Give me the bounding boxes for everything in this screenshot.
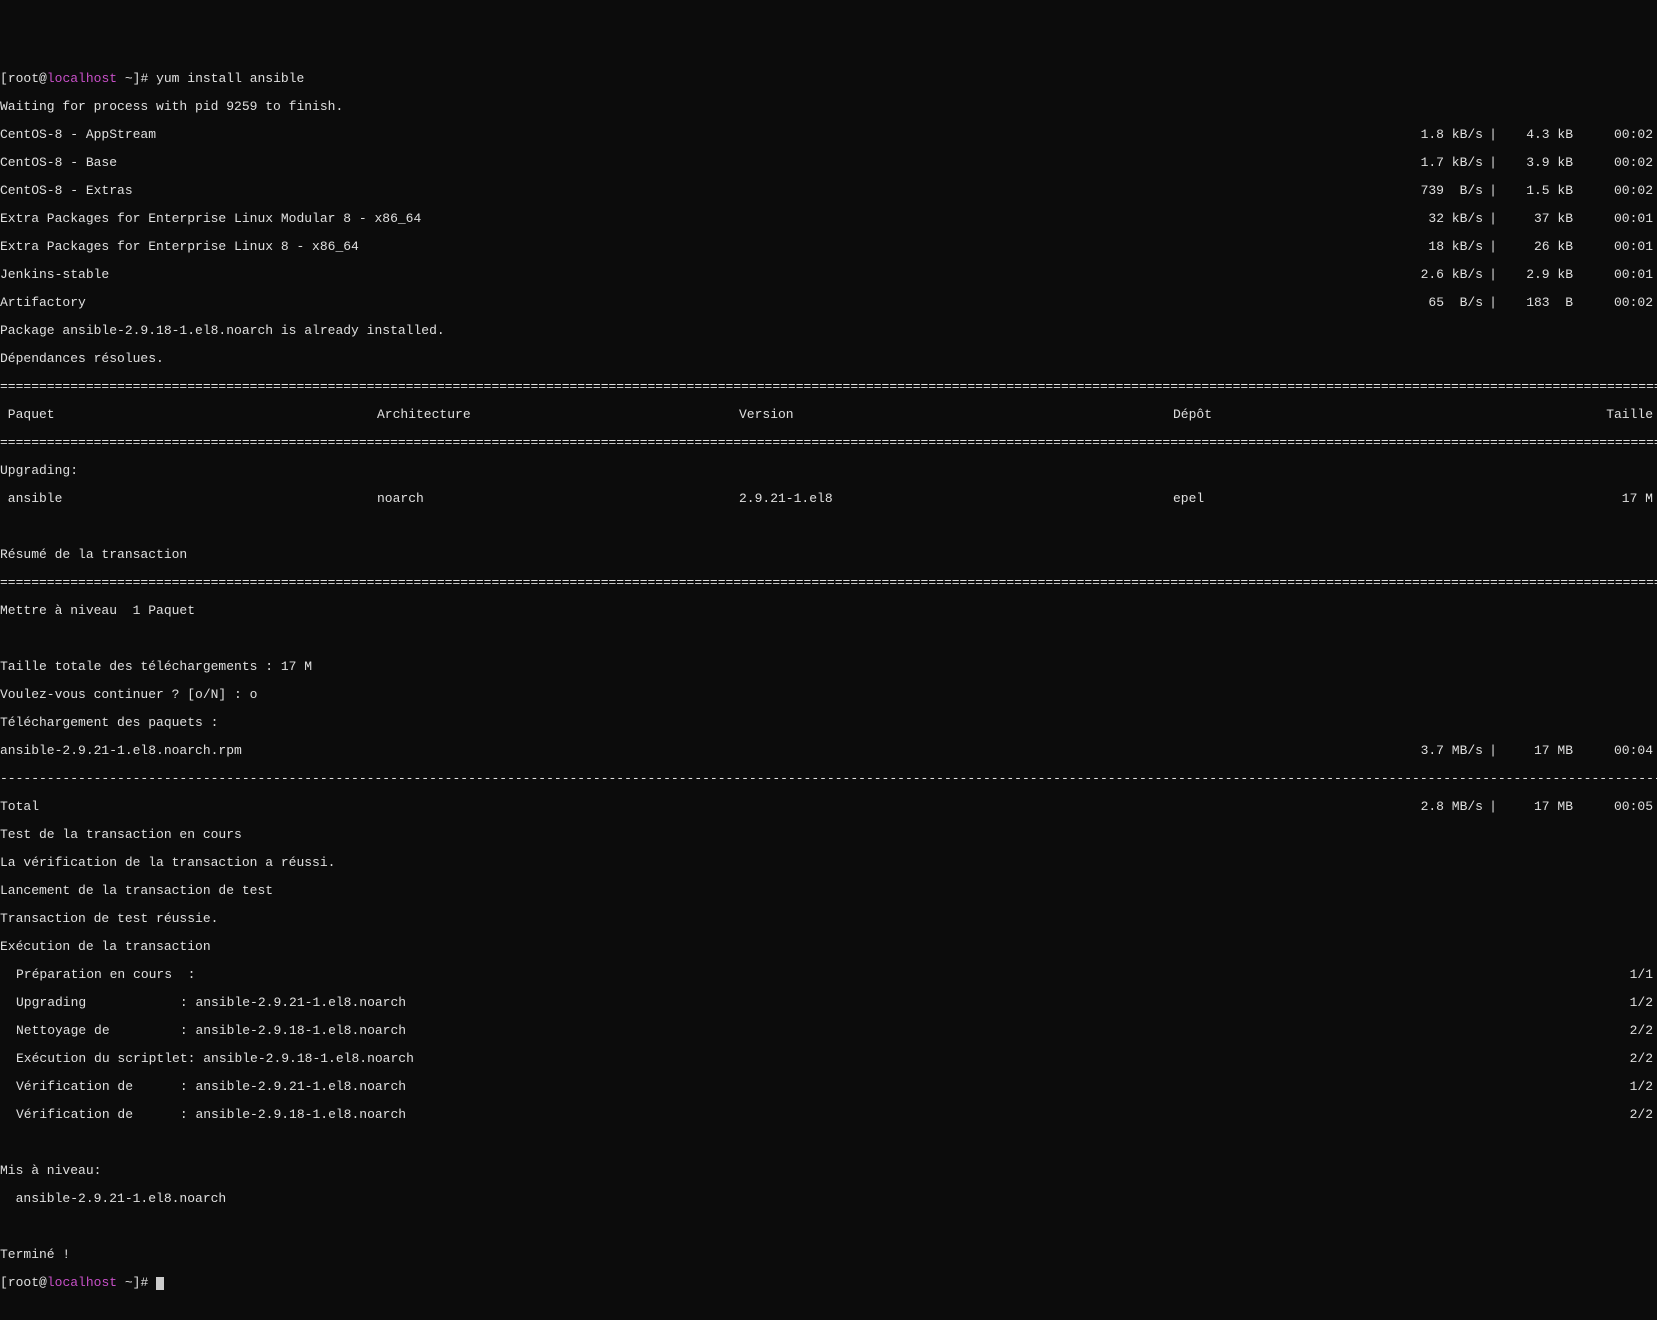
- repo-line: Extra Packages for Enterprise Linux 8 - …: [0, 240, 1657, 254]
- step-row: Vérification de : ansible-2.9.18-1.el8.n…: [0, 1108, 1657, 1122]
- upgraded-pkg: ansible-2.9.21-1.el8.noarch: [0, 1192, 1657, 1206]
- blank-line: [0, 632, 1657, 646]
- done-line: Terminé !: [0, 1248, 1657, 1262]
- step-row: Nettoyage de : ansible-2.9.18-1.el8.noar…: [0, 1024, 1657, 1038]
- upgrading-label: Upgrading:: [0, 464, 1657, 478]
- already-installed-line: Package ansible-2.9.18-1.el8.noarch is a…: [0, 324, 1657, 338]
- repo-line: Artifactory65 B/s|183 B00:02: [0, 296, 1657, 310]
- blank-line: [0, 520, 1657, 534]
- cursor-icon: [156, 1277, 164, 1290]
- repo-line: CentOS-8 - Extras739 B/s|1.5 kB00:02: [0, 184, 1657, 198]
- repo-line: CentOS-8 - AppStream1.8 kB/s|4.3 kB00:02: [0, 128, 1657, 142]
- rule-eq: ========================================…: [0, 380, 1657, 394]
- upgrade-count: Mettre à niveau 1 Paquet: [0, 604, 1657, 618]
- step-row: Upgrading : ansible-2.9.21-1.el8.noarch1…: [0, 996, 1657, 1010]
- prompt-line-1: [root@localhost ~]# yum install ansible: [0, 72, 1657, 86]
- step-row: Exécution du scriptlet: ansible-2.9.18-1…: [0, 1052, 1657, 1066]
- rule-eq: ========================================…: [0, 576, 1657, 590]
- download-pkg-line: ansible-2.9.21-1.el8.noarch.rpm3.7 MB/s|…: [0, 744, 1657, 758]
- blank-line: [0, 1136, 1657, 1150]
- total-line: Total2.8 MB/s|17 MB00:05: [0, 800, 1657, 814]
- upgraded-label: Mis à niveau:: [0, 1164, 1657, 1178]
- deps-resolved-line: Dépendances résolues.: [0, 352, 1657, 366]
- trans-test-running: Test de la transaction en cours: [0, 828, 1657, 842]
- repo-line: Jenkins-stable2.6 kB/s|2.9 kB00:01: [0, 268, 1657, 282]
- step-row: Préparation en cours :1/1: [0, 968, 1657, 982]
- prompt-line-2[interactable]: [root@localhost ~]#: [0, 1276, 1657, 1290]
- terminal-output[interactable]: [root@localhost ~]# yum install ansible …: [0, 58, 1657, 1304]
- package-row: ansiblenoarch2.9.21-1.el8epel17 M: [0, 492, 1657, 506]
- waiting-line: Waiting for process with pid 9259 to fin…: [0, 100, 1657, 114]
- download-label: Téléchargement des paquets :: [0, 716, 1657, 730]
- rule-dash: ----------------------------------------…: [0, 772, 1657, 786]
- trans-exec: Exécution de la transaction: [0, 940, 1657, 954]
- blank-line: [0, 1220, 1657, 1234]
- continue-prompt: Voulez-vous continuer ? [o/N] : o: [0, 688, 1657, 702]
- total-download-size: Taille totale des téléchargements : 17 M: [0, 660, 1657, 674]
- trans-launch-test: Lancement de la transaction de test: [0, 884, 1657, 898]
- trans-verify-ok: La vérification de la transaction a réus…: [0, 856, 1657, 870]
- command-text: yum install ansible: [156, 71, 304, 86]
- repo-line: CentOS-8 - Base1.7 kB/s|3.9 kB00:02: [0, 156, 1657, 170]
- summary-title: Résumé de la transaction: [0, 548, 1657, 562]
- trans-test-ok: Transaction de test réussie.: [0, 912, 1657, 926]
- rule-eq: ========================================…: [0, 436, 1657, 450]
- step-row: Vérification de : ansible-2.9.21-1.el8.n…: [0, 1080, 1657, 1094]
- repo-line: Extra Packages for Enterprise Linux Modu…: [0, 212, 1657, 226]
- table-header: PaquetArchitectureVersionDépôtTaille: [0, 408, 1657, 422]
